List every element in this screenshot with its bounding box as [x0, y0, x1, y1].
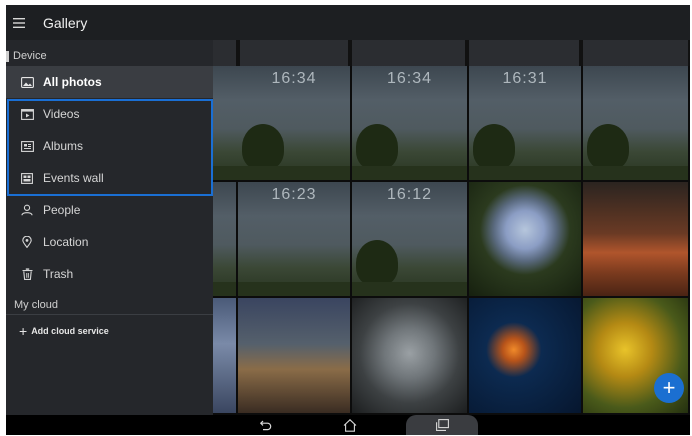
photo-thumbnail[interactable]	[583, 66, 690, 182]
photo-thumbnail[interactable]	[583, 182, 690, 298]
photo-thumbnail[interactable]	[213, 298, 238, 415]
thumbnail-clock: 16:23	[271, 186, 317, 203]
trash-icon	[20, 267, 34, 281]
thumbnail-strip[interactable]	[240, 40, 350, 66]
drawer-item-events-wall[interactable]: Events wall	[6, 162, 213, 194]
photo-thumbnail[interactable]	[213, 182, 238, 298]
photo-thumbnail[interactable]: 16:34	[352, 66, 469, 182]
photo-thumbnail[interactable]: 16:34	[238, 66, 352, 182]
video-icon	[20, 107, 34, 121]
photo-thumbnail[interactable]: 16:23	[238, 182, 352, 298]
add-cloud-service-button[interactable]: + Add cloud service	[6, 318, 213, 344]
photo-thumbnail[interactable]	[238, 298, 352, 415]
home-icon[interactable]	[330, 415, 370, 435]
photo-thumbnail[interactable]: 16:31	[469, 66, 583, 182]
plus-icon: +	[19, 323, 28, 339]
app-bar: Gallery	[6, 5, 690, 40]
drawer-item-trash[interactable]: Trash	[6, 258, 213, 290]
gallery-screen: 16:34 16:34 16:31 16:23 16:12 + Gallery …	[6, 5, 690, 435]
drawer-item-label: Albums	[43, 139, 84, 153]
plus-icon: +	[662, 375, 676, 400]
thumbnail-strip[interactable]	[352, 40, 467, 66]
drawer-item-location[interactable]: Location	[6, 226, 213, 258]
back-icon[interactable]	[246, 415, 286, 435]
drawer-item-label: Videos	[43, 107, 80, 121]
photo-thumbnail[interactable]	[469, 182, 583, 298]
add-fab-button[interactable]: +	[654, 373, 684, 403]
events-wall-icon	[20, 171, 34, 185]
hamburger-menu-icon[interactable]	[6, 5, 32, 40]
drawer-item-label: Trash	[43, 267, 74, 281]
thumbnail-strip[interactable]	[583, 40, 690, 66]
app-title: Gallery	[43, 14, 88, 31]
thumbnail-clock: 16:34	[271, 70, 317, 87]
recents-icon[interactable]	[422, 415, 462, 435]
cloud-divider	[6, 314, 213, 315]
photo-thumbnail[interactable]	[469, 298, 583, 415]
my-cloud-section-header: My cloud	[14, 299, 59, 311]
thumbnail-clock: 16:12	[386, 186, 433, 203]
drawer-item-videos[interactable]: Videos	[6, 98, 213, 130]
photo-thumbnail[interactable]: +	[583, 298, 690, 415]
drawer-item-label: Location	[43, 235, 89, 249]
navigation-drawer: Device All photos Videos Albums Events w…	[6, 40, 213, 415]
add-cloud-service-label: Add cloud service	[31, 326, 109, 336]
drawer-item-all-photos[interactable]: All photos	[6, 66, 213, 98]
drawer-item-label: People	[43, 203, 81, 217]
device-section-header: Device	[6, 48, 213, 64]
drawer-item-albums[interactable]: Albums	[6, 130, 213, 162]
photo-thumbnail[interactable]	[352, 298, 469, 415]
thumbnail-strip[interactable]	[213, 40, 238, 66]
thumbnail-strip[interactable]	[469, 40, 581, 66]
thumbnail-clock: 16:31	[502, 70, 548, 87]
drawer-item-label: All photos	[43, 75, 102, 89]
album-icon	[20, 139, 34, 153]
drawer-item-label: Events wall	[43, 171, 104, 185]
system-navigation-bar	[6, 415, 690, 435]
photo-thumbnail[interactable]	[213, 66, 240, 182]
thumbnail-clock: 16:34	[386, 70, 433, 87]
photo-thumbnail[interactable]: 16:12	[352, 182, 469, 298]
drawer-item-people[interactable]: People	[6, 194, 213, 226]
location-pin-icon	[20, 235, 34, 249]
photo-icon	[20, 75, 34, 89]
person-icon	[20, 203, 34, 217]
